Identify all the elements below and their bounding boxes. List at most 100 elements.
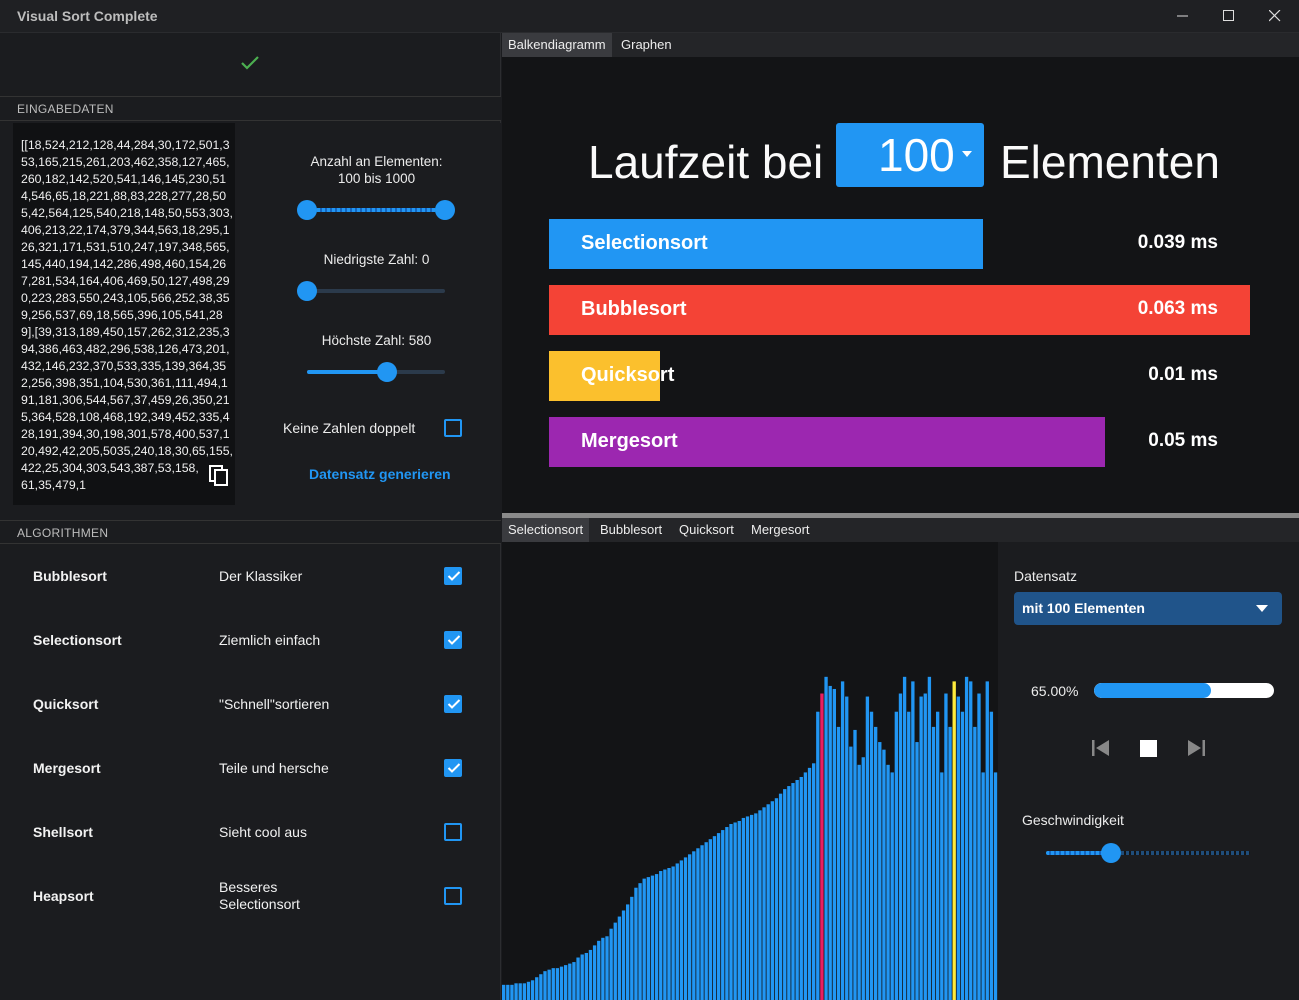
- visualizer-bar: [621, 910, 626, 1000]
- stop-button[interactable]: [1140, 740, 1157, 757]
- visualizer-bar: [857, 764, 861, 1000]
- step-forward-button[interactable]: [1186, 739, 1206, 757]
- speed-slider[interactable]: [1046, 843, 1250, 863]
- visualizer-bar: [936, 711, 940, 1000]
- element-count-select[interactable]: 100: [836, 123, 984, 187]
- close-icon: [1269, 10, 1281, 22]
- algorithm-name: Shellsort: [33, 824, 93, 840]
- count-max-thumb[interactable]: [435, 200, 455, 220]
- visualizer-bar: [518, 983, 522, 1000]
- visualizer-bar: [836, 726, 841, 1000]
- count-min-thumb[interactable]: [297, 200, 317, 220]
- visualizer-bar: [840, 681, 845, 1000]
- step-back-button[interactable]: [1091, 739, 1111, 757]
- runtime-bar: Selectionsort: [549, 219, 983, 269]
- tab-balkendiagramm[interactable]: Balkendiagramm: [502, 33, 612, 57]
- visualizer-bar: [522, 983, 526, 1000]
- visualizer-bar: [580, 954, 584, 1000]
- visualizer-bar: [886, 764, 890, 1000]
- visualizer-bar: [745, 816, 750, 1000]
- visualizer-bar: [989, 711, 994, 1000]
- visualizer-bar: [568, 963, 572, 1000]
- visualizer-bar: [638, 883, 642, 1000]
- visualizer-bar: [725, 827, 729, 1000]
- visualizer-bar: [547, 969, 551, 1000]
- check-icon: [447, 699, 461, 709]
- close-button[interactable]: [1252, 0, 1298, 33]
- tab-quicksort[interactable]: Quicksort: [673, 518, 740, 542]
- algorithm-description: Sieht cool aus: [219, 824, 307, 840]
- copy-button[interactable]: [198, 458, 235, 494]
- no-duplicates-checkbox[interactable]: [444, 419, 462, 437]
- visualizer-bar: [613, 922, 617, 1000]
- speed-thumb[interactable]: [1101, 843, 1122, 863]
- visualizer-bar: [754, 813, 758, 1000]
- tab-mergesort[interactable]: Mergesort: [745, 518, 816, 542]
- runtime-bar-value: 0.01 ms: [1148, 364, 1218, 385]
- copy-icon: [209, 465, 228, 486]
- visualizer-bar: [750, 814, 754, 1000]
- visualizer-bar: [729, 824, 733, 1000]
- visualizer-bar: [601, 937, 605, 1000]
- skip-previous-icon: [1092, 740, 1109, 756]
- status-area: [0, 33, 501, 97]
- visualizer-bar: [733, 822, 737, 1000]
- count-range-slider[interactable]: [297, 200, 455, 220]
- minimize-button[interactable]: [1160, 0, 1206, 33]
- visualizer-bar: [898, 693, 903, 1000]
- visualizer-bar: [878, 742, 882, 1000]
- runtime-bar-label: Mergesort: [581, 430, 678, 452]
- maximize-button[interactable]: [1206, 0, 1252, 33]
- maximize-icon: [1223, 10, 1234, 21]
- algorithm-description: "Schnell"sortieren: [219, 696, 330, 712]
- check-icon: [447, 763, 461, 773]
- visualizer-bar: [543, 971, 547, 1000]
- sort-visualizer-canvas: [502, 676, 998, 1000]
- visualizer-bar: [766, 804, 770, 1000]
- algorithm-row: Mergesort Teile und hersche: [0, 736, 501, 800]
- highest-thumb[interactable]: [377, 362, 397, 382]
- algorithm-checkbox[interactable]: [444, 631, 462, 649]
- runtime-bar-value: 0.05 ms: [1148, 430, 1218, 451]
- algorithm-row: Selectionsort Ziemlich einfach: [0, 608, 501, 672]
- algorithm-checkbox[interactable]: [444, 823, 462, 841]
- visualizer-bar: [890, 772, 894, 1000]
- visualizer-bar: [675, 863, 679, 1000]
- generate-button[interactable]: Datensatz generieren: [309, 466, 451, 482]
- visualizer-bar: [940, 772, 944, 1000]
- visualizer-bar: [696, 848, 700, 1000]
- algorithm-checkbox[interactable]: [444, 759, 462, 777]
- highest-slider[interactable]: [307, 362, 445, 382]
- element-count-value: 100: [878, 129, 955, 181]
- input-data-text[interactable]: [[18,524,212,128,44,284,30,172,501,353,1…: [21, 137, 233, 494]
- visualizer-bar: [816, 711, 820, 1000]
- visualizer-bar: [539, 974, 543, 1000]
- algorithm-checkbox[interactable]: [444, 887, 462, 905]
- visualizer-bar: [869, 711, 874, 1000]
- algorithm-row: Heapsort Besseres Selectionsort: [0, 864, 501, 928]
- input-data-box[interactable]: [[18,524,212,128,44,284,30,172,501,353,1…: [13, 123, 235, 505]
- visualizer-bar: [931, 726, 936, 1000]
- lowest-thumb[interactable]: [297, 281, 317, 301]
- algorithm-row: Shellsort Sieht cool aus: [0, 800, 501, 864]
- dataset-select[interactable]: mit 100 Elementen: [1014, 592, 1282, 625]
- visualizer-bar: [915, 742, 919, 1000]
- visualizer-bar: [861, 757, 865, 1000]
- tab-bubblesort[interactable]: Bubblesort: [594, 518, 668, 542]
- visualizer-bar: [559, 966, 564, 1000]
- visualizer-bar: [849, 746, 853, 1000]
- runtime-chart: Laufzeit bei 100 Elementen Selectionsort…: [502, 57, 1299, 513]
- visualizer-bar: [650, 875, 655, 1000]
- tab-selectionsort[interactable]: Selectionsort: [502, 518, 590, 542]
- lowest-slider[interactable]: [297, 281, 445, 301]
- visualizer-bar: [502, 984, 506, 1000]
- algorithm-checkbox[interactable]: [444, 695, 462, 713]
- visualizer-bar: [716, 833, 721, 1000]
- speed-label: Geschwindigkeit: [1022, 812, 1124, 828]
- visualizer-bar: [510, 984, 514, 1000]
- visualizer-bar: [977, 693, 981, 1000]
- algorithms-section-title: ALGORITHMEN: [17, 526, 109, 540]
- tab-graphen[interactable]: Graphen: [615, 33, 678, 57]
- visualizer-bar: [555, 968, 560, 1000]
- algorithm-checkbox[interactable]: [444, 567, 462, 585]
